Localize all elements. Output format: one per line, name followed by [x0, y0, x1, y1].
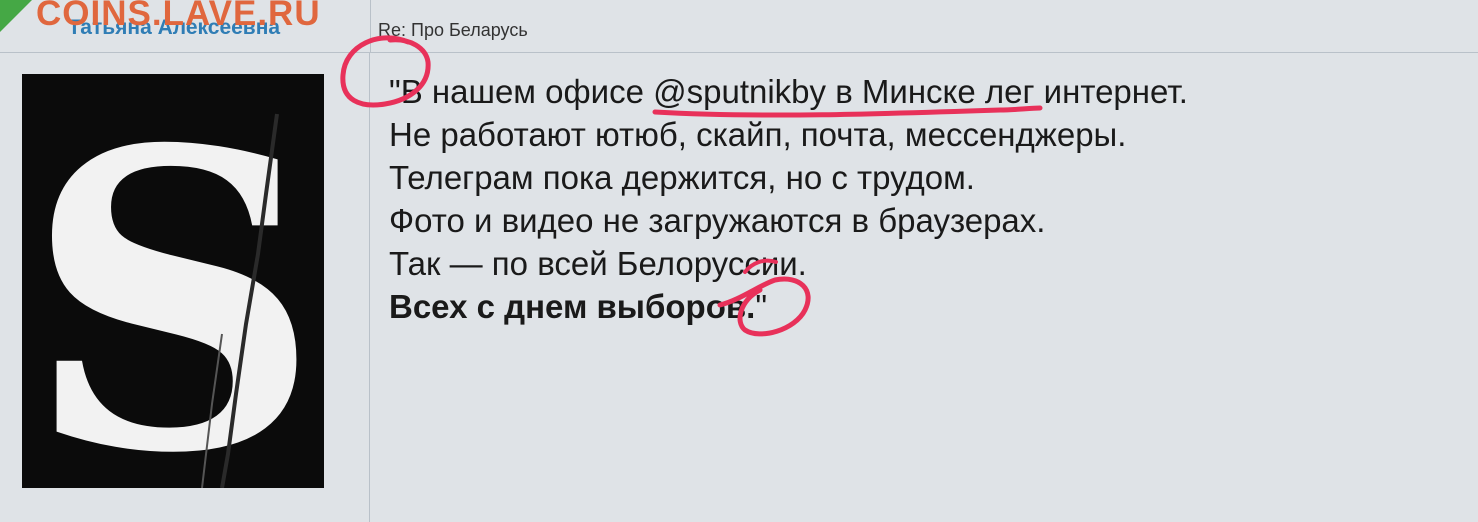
post-subject[interactable]: Re: Про Беларусь — [378, 20, 528, 41]
site-watermark: COINS.LAVE.RU — [36, 0, 321, 33]
post-line-6: Всех с днем выборов." — [389, 285, 1449, 328]
post-line-3: Телеграм пока держится, но с трудом. — [389, 159, 975, 196]
post-line-4: Фото и видео не загружаются в браузерах. — [389, 202, 1046, 239]
letter-s-avatar-icon: S — [22, 74, 324, 488]
post-body: "В нашем офисе @sputnikby в Минске лег и… — [389, 70, 1449, 328]
post-line-2: Не работают ютюб, скайп, почта, мессендж… — [389, 116, 1127, 153]
post-line-1: "В нашем офисе @sputnikby в Минске лег и… — [389, 73, 1188, 110]
svg-text:S: S — [25, 74, 321, 488]
closing-quote: " — [755, 288, 768, 325]
post-line-5: Так — по всей Белоруссии. — [389, 245, 807, 282]
new-post-flag-icon — [0, 0, 32, 32]
author-column: S — [0, 53, 370, 522]
forum-post: Татьяна Алексеевна Re: Про Беларусь COIN… — [0, 0, 1478, 522]
post-bold-line: Всех с днем выборов. — [389, 288, 756, 325]
avatar[interactable]: S — [22, 74, 324, 488]
